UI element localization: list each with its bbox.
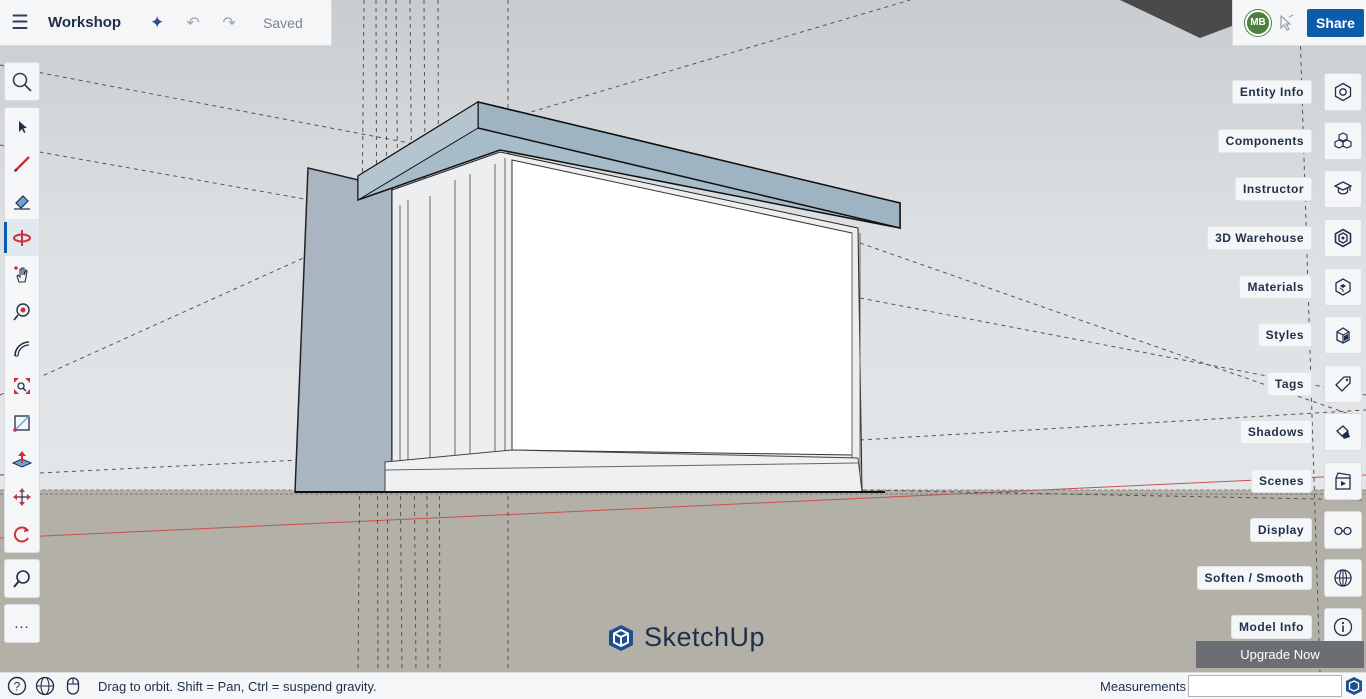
tool-group-search <box>4 62 40 101</box>
protractor-icon[interactable] <box>5 330 39 367</box>
move-icon[interactable] <box>5 478 39 515</box>
brand-name: SketchUp <box>644 622 766 652</box>
mouse-icon[interactable] <box>62 675 84 697</box>
rectangle-icon[interactable] <box>5 404 39 441</box>
cursor-collab-icon[interactable] <box>1273 8 1301 38</box>
3d-viewport[interactable]: ☰ Workshop ✦ ↶ ↷ Saved MB Share … Entity… <box>0 0 1366 672</box>
share-button[interactable]: Share <box>1307 8 1364 37</box>
styles-icon[interactable] <box>1324 316 1362 355</box>
panel-tray: Entity Info Components Instructor 3D Wareho… <box>1142 68 1362 651</box>
soften-icon[interactable] <box>1324 559 1362 598</box>
panel-row-display[interactable]: Display <box>1142 505 1362 554</box>
status-bar: ? Drag to orbit. Shift = Pan, Ctrl = sus… <box>0 672 1366 699</box>
panel-label-styles[interactable]: Styles <box>1257 323 1312 348</box>
measurements-input[interactable] <box>1188 675 1342 697</box>
push-pull-icon[interactable] <box>5 441 39 478</box>
scenes-icon[interactable] <box>1324 462 1362 501</box>
panel-label-materials[interactable]: Materials <box>1239 274 1312 299</box>
upgrade-button[interactable]: Upgrade Now <box>1196 641 1364 668</box>
warehouse-icon[interactable] <box>1324 219 1362 258</box>
globe-icon[interactable] <box>34 675 56 697</box>
materials-icon[interactable] <box>1324 267 1362 306</box>
redo-icon[interactable]: ↷ <box>211 0 247 46</box>
svg-text:?: ? <box>14 680 21 694</box>
undo-icon[interactable]: ↶ <box>175 0 211 46</box>
select-icon[interactable] <box>5 108 39 145</box>
sparkle-icon[interactable]: ✦ <box>139 0 175 46</box>
sketchup-logo: SketchUp <box>606 622 765 653</box>
entity-info-icon[interactable] <box>1324 73 1362 112</box>
paint-bucket-icon[interactable] <box>5 293 39 330</box>
side-wall <box>294 167 393 493</box>
panel-label-soften-smooth[interactable]: Soften / Smooth <box>1196 566 1312 591</box>
panel-row-soften-smooth[interactable]: Soften / Smooth <box>1142 554 1362 603</box>
orbit-icon[interactable] <box>4 219 39 256</box>
panel-label-3d-warehouse[interactable]: 3D Warehouse <box>1207 226 1312 251</box>
measurements-label: Measurements <box>1100 678 1186 694</box>
tags-icon[interactable] <box>1324 364 1362 403</box>
instructor-icon[interactable] <box>1324 170 1362 209</box>
panel-row-3d-warehouse[interactable]: 3D Warehouse <box>1142 214 1362 263</box>
panel-label-instructor[interactable]: Instructor <box>1234 177 1312 202</box>
scale-icon[interactable] <box>5 367 39 404</box>
panel-label-model-info[interactable]: Model Info <box>1231 614 1312 639</box>
panel-row-styles[interactable]: Styles <box>1142 311 1362 360</box>
help-icon[interactable]: ? <box>6 675 28 697</box>
left-toolbar: … <box>4 62 40 649</box>
pan-icon[interactable] <box>5 256 39 293</box>
shadows-icon[interactable] <box>1324 413 1362 452</box>
panel-label-display[interactable]: Display <box>1249 517 1312 542</box>
panel-row-materials[interactable]: Materials <box>1142 262 1362 311</box>
eraser-icon[interactable] <box>5 182 39 219</box>
panel-row-tags[interactable]: Tags <box>1142 360 1362 409</box>
avatar[interactable]: MB <box>1245 9 1271 36</box>
panel-row-components[interactable]: Components <box>1142 117 1362 166</box>
panel-row-instructor[interactable]: Instructor <box>1142 165 1362 214</box>
zoom-icon[interactable] <box>5 560 39 597</box>
rotate-icon[interactable] <box>5 515 39 552</box>
pencil-icon[interactable] <box>5 145 39 182</box>
panel-label-tags[interactable]: Tags <box>1266 371 1312 396</box>
panel-row-shadows[interactable]: Shadows <box>1142 408 1362 457</box>
sketchup-logo-mark <box>609 624 633 651</box>
components-icon[interactable] <box>1324 121 1362 160</box>
tool-group-zoom <box>4 559 40 598</box>
panel-row-scenes[interactable]: Scenes <box>1142 457 1362 506</box>
panel-row-entity-info[interactable]: Entity Info <box>1142 68 1362 117</box>
display-icon[interactable] <box>1324 510 1362 549</box>
more-icon[interactable]: … <box>5 605 39 642</box>
panel-label-scenes[interactable]: Scenes <box>1250 469 1312 494</box>
account-bar: MB Share <box>1232 0 1366 46</box>
hamburger-icon[interactable]: ☰ <box>0 0 40 46</box>
status-hint: Drag to orbit. Shift = Pan, Ctrl = suspe… <box>98 678 377 694</box>
top-toolbar: ☰ Workshop ✦ ↶ ↷ Saved <box>0 0 332 46</box>
save-status: Saved <box>263 14 303 31</box>
panel-label-components[interactable]: Components <box>1217 128 1312 153</box>
panel-label-shadows[interactable]: Shadows <box>1239 420 1312 445</box>
tool-group-main <box>4 107 40 553</box>
search-icon[interactable] <box>5 63 39 100</box>
panel-label-entity-info[interactable]: Entity Info <box>1231 80 1312 105</box>
tool-group-more: … <box>4 604 40 643</box>
model-title[interactable]: Workshop <box>48 14 121 31</box>
sketchup-small-logo-icon[interactable] <box>1344 676 1364 696</box>
